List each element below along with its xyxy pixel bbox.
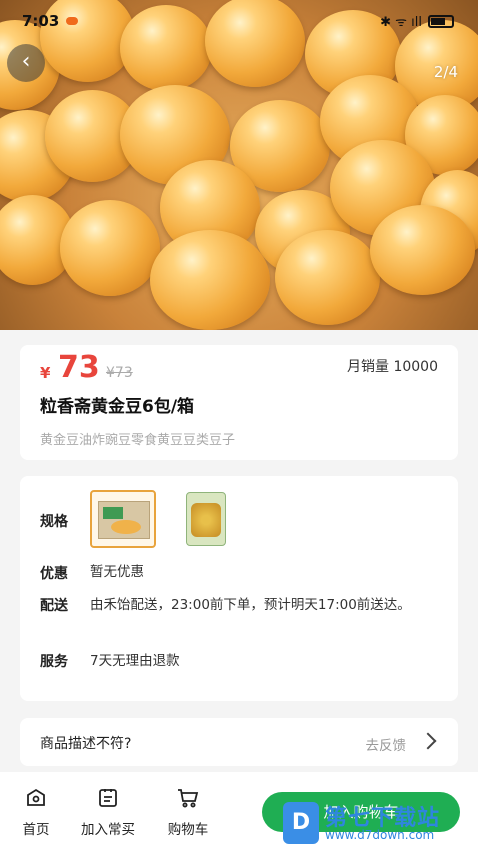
home-icon: [27, 788, 45, 806]
delivery-label: 配送: [40, 598, 68, 614]
watermark-url: www.d7down.com: [325, 828, 435, 842]
nav-add-regular[interactable]: 加入常买: [72, 786, 144, 838]
currency-symbol: ¥: [40, 364, 51, 382]
status-time: 7:03: [22, 12, 60, 30]
nav-add-regular-label: 加入常买: [81, 822, 135, 838]
image-counter: 2/4: [433, 63, 458, 81]
status-signal-icons: ✱ ᯤ ıll: [380, 15, 422, 30]
delivery-value: 由禾饴配送，23:00前下单，预计明天17:00前送达。: [90, 597, 411, 613]
original-price: ¥73: [106, 365, 133, 381]
status-bar: 7:03 ✱ ᯤ ıll: [0, 0, 478, 40]
cart-icon: [178, 789, 199, 808]
back-button[interactable]: ‹: [7, 44, 45, 82]
nav-cart[interactable]: 购物车: [160, 786, 216, 838]
service-label: 服务: [40, 654, 68, 670]
spec-card: 规格 优惠 暂无优惠 配送 由禾饴配送，23:00前下单，预计明天17:00前送…: [20, 476, 458, 701]
spec-label: 规格: [40, 514, 68, 530]
feedback-link[interactable]: 去反馈: [366, 734, 407, 754]
battery-icon: [428, 14, 454, 28]
bag-image: [186, 492, 226, 546]
list-icon: [99, 789, 117, 807]
monthly-sales: 月销量 10000: [347, 359, 438, 375]
nav-home-label: 首页: [22, 822, 50, 838]
box-image: [98, 501, 150, 539]
feedback-row[interactable]: 商品描述不符? 去反馈: [20, 718, 458, 766]
price-card: ¥ 73 ¥73 月销量 10000 粒香斋黄金豆6包/箱 黄金豆油炸豌豆零食黄…: [20, 345, 458, 460]
chevron-right-icon: [419, 732, 437, 750]
watermark-logo-icon: D: [283, 802, 319, 844]
product-title: 粒香斋黄金豆6包/箱: [40, 397, 195, 417]
nav-cart-label: 购物车: [167, 822, 209, 838]
promo-value: 暂无优惠: [90, 564, 144, 580]
spec-option-bag[interactable]: [172, 490, 238, 548]
nav-home[interactable]: 首页: [18, 786, 54, 838]
product-price: 73: [58, 350, 100, 385]
product-image[interactable]: [0, 0, 478, 330]
spec-option-box[interactable]: [90, 490, 156, 548]
status-icons: ✱ ᯤ ıll: [380, 12, 454, 30]
watermark: D 第七下载站 www.d7down.com: [283, 800, 473, 848]
notification-dot-icon: [66, 17, 78, 25]
service-value: 7天无理由退款: [90, 653, 180, 669]
product-subtitle: 黄金豆油炸豌豆零食黄豆豆类豆子: [40, 433, 236, 448]
promo-label: 优惠: [40, 566, 68, 582]
feedback-label: 商品描述不符?: [40, 736, 132, 752]
